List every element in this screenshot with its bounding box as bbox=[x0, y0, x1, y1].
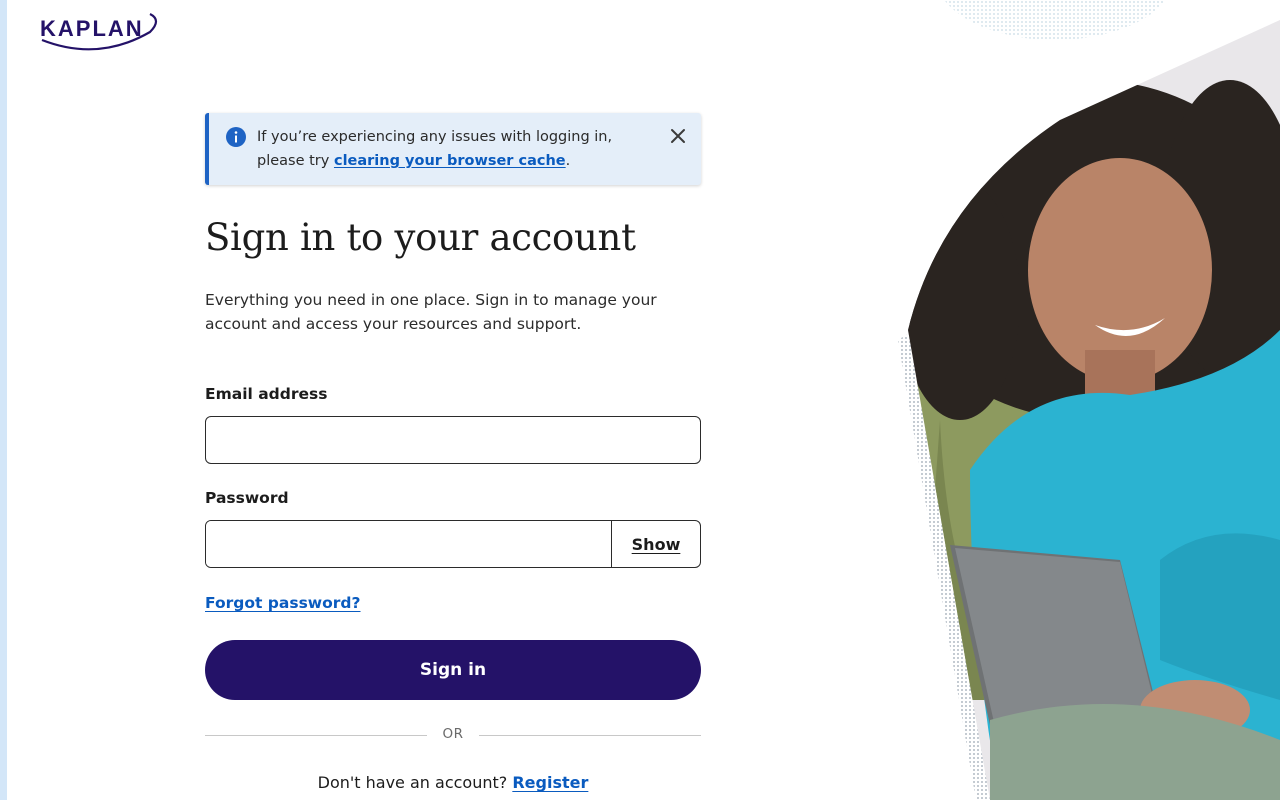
forgot-password-link[interactable]: Forgot password? bbox=[205, 594, 361, 612]
hero-photo-student-laptop bbox=[898, 0, 1280, 800]
clear-cache-link[interactable]: clearing your browser cache bbox=[334, 153, 566, 169]
info-alert-banner: If you’re experiencing any issues with l… bbox=[205, 113, 701, 185]
left-accent-strip bbox=[0, 0, 7, 800]
email-field[interactable] bbox=[205, 416, 701, 464]
divider-label: OR bbox=[442, 726, 464, 742]
password-label: Password bbox=[205, 489, 289, 507]
decorative-dot-blob bbox=[944, 0, 1166, 40]
sign-in-button[interactable]: Sign in bbox=[205, 640, 701, 700]
email-label: Email address bbox=[205, 385, 328, 403]
divider-line-right bbox=[479, 735, 701, 736]
face bbox=[1028, 158, 1212, 382]
logo-wordmark: KAPLAN bbox=[40, 16, 144, 41]
register-prompt-row: Don't have an account? Register bbox=[205, 773, 701, 792]
alert-text-after: . bbox=[565, 153, 571, 169]
page-title: Sign in to your account bbox=[205, 216, 636, 259]
sign-in-form-column: If you’re experiencing any issues with l… bbox=[205, 113, 701, 792]
show-password-button[interactable]: Show bbox=[611, 521, 700, 567]
or-divider: OR bbox=[205, 725, 701, 745]
photo-scene bbox=[908, 20, 1280, 800]
register-link[interactable]: Register bbox=[512, 773, 588, 792]
sign-in-page: KAPLAN If you’re experiencing any issues… bbox=[0, 0, 1280, 800]
kaplan-logo-mark: KAPLAN bbox=[40, 13, 158, 51]
info-icon bbox=[226, 127, 246, 147]
alert-message: If you’re experiencing any issues with l… bbox=[257, 125, 657, 173]
page-subtitle: Everything you need in one place. Sign i… bbox=[205, 291, 657, 333]
kaplan-logo[interactable]: KAPLAN bbox=[38, 10, 162, 56]
register-prompt: Don't have an account? bbox=[317, 773, 513, 792]
password-field-group: Show bbox=[205, 520, 701, 568]
password-field[interactable] bbox=[206, 521, 611, 567]
close-icon[interactable] bbox=[669, 127, 687, 145]
